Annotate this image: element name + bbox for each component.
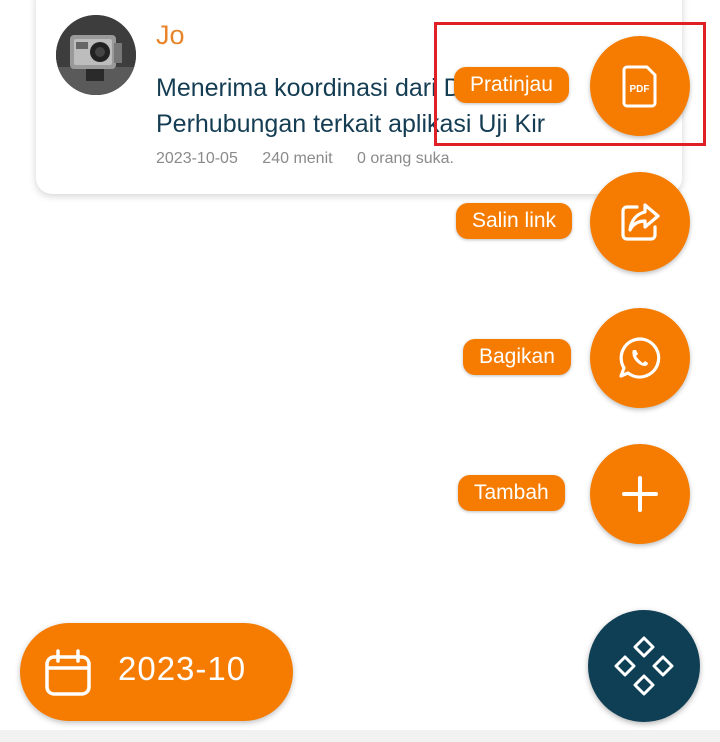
date-filter-button[interactable]: 2023-10: [20, 623, 293, 721]
whatsapp-share-button[interactable]: [590, 308, 690, 408]
avatar: [56, 15, 136, 95]
bagikan-label[interactable]: Bagikan: [463, 339, 571, 375]
author-name: Jo: [156, 20, 185, 50]
diamond-grid-icon: [614, 636, 674, 696]
pdf-icon-text: PDF: [630, 84, 650, 95]
menu-fab-button[interactable]: [588, 610, 700, 722]
date-filter-label: 2023-10: [118, 650, 247, 687]
whatsapp-icon: [619, 337, 661, 379]
add-button[interactable]: [590, 444, 690, 544]
post-card[interactable]: Jo Menerima koordinasi dari Dinas Perhub…: [36, 0, 682, 194]
pratinjau-label[interactable]: Pratinjau: [454, 67, 569, 103]
salin-link-label[interactable]: Salin link: [456, 203, 573, 239]
tambah-label[interactable]: Tambah: [458, 475, 565, 511]
post-message-line-2: Perhubungan terkait aplikasi Uji Kir: [156, 110, 546, 138]
share-icon: [621, 203, 660, 241]
pdf-icon: PDF: [622, 65, 657, 108]
bottom-strip: [0, 730, 720, 742]
post-likes: 0 orang suka.: [357, 150, 454, 167]
plus-icon: [622, 476, 658, 512]
calendar-icon: [45, 649, 91, 696]
pdf-preview-button[interactable]: PDF: [590, 36, 690, 136]
post-date: 2023-10-05: [156, 150, 238, 167]
post-duration: 240 menit: [262, 150, 333, 167]
post-meta: 2023-10-05 240 menit 0 orang suka.: [156, 150, 474, 168]
copy-link-button[interactable]: [590, 172, 690, 272]
